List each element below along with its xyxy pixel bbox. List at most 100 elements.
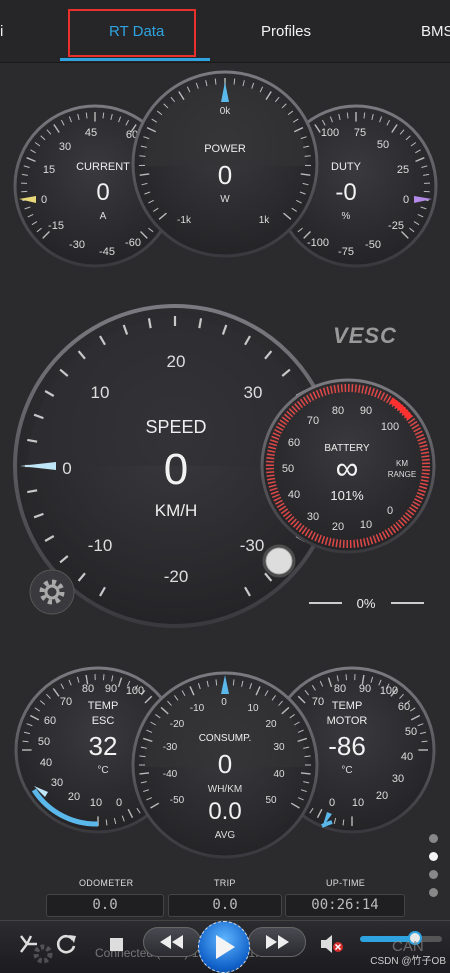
battery-range-label-2: RANGE	[388, 470, 416, 479]
temp-motor-tick-label: 40	[401, 751, 413, 763]
temp-motor-tick-label: 60	[398, 701, 410, 713]
gauge-tick-mark	[305, 756, 311, 757]
duty-tick-label: -100	[307, 237, 329, 249]
page-dot-active[interactable]	[429, 852, 438, 861]
duty-unit: %	[342, 211, 351, 222]
battery-tick-label: 10	[360, 519, 372, 531]
mute-speaker-icon[interactable]	[318, 931, 346, 957]
rewind-icon	[155, 931, 189, 953]
temp-motor-tick-label: 30	[392, 773, 404, 785]
consumption-tick-label: -50	[170, 795, 185, 806]
consumption-gauge: 0 -10 10 -20 20 -30 30 -40 40 -50 50 CON…	[133, 673, 317, 857]
consumption-value: 0	[218, 749, 232, 779]
temp-motor-tick-label: 100	[380, 685, 398, 697]
gauge-tick-mark	[301, 773, 311, 774]
duty-tick-label: 25	[397, 164, 409, 176]
uptime-label: UP-TIME	[326, 878, 365, 888]
temp-esc-unit: °C	[97, 765, 108, 776]
consumption-tick-label: -20	[170, 719, 185, 730]
battery-tick-label: 60	[288, 437, 300, 449]
consumption-tick-label: 40	[273, 769, 285, 780]
consumption-tick-label: 20	[265, 719, 277, 730]
battery-range-label-1: KM	[396, 459, 408, 468]
settings-gear-icon[interactable]	[30, 570, 74, 614]
play-icon	[208, 931, 240, 963]
temp-motor-tick-label: 70	[312, 696, 324, 708]
speed-title: SPEED	[145, 417, 206, 437]
temp-motor-tick-label: 80	[334, 683, 346, 695]
consumption-unit: WH/KM	[208, 784, 242, 795]
refresh-icon[interactable]	[54, 931, 80, 957]
temp-motor-value: -86	[328, 731, 366, 761]
duty-tick-label: 50	[377, 139, 389, 151]
duty-tick-label: 100	[321, 127, 339, 139]
power-value: 0	[218, 160, 232, 190]
throttle-readout: 0%	[309, 596, 424, 611]
speed-tick-label: -20	[164, 567, 189, 586]
current-value: 0	[96, 179, 109, 206]
gauge-tick-mark	[139, 156, 145, 157]
odometer-label: ODOMETER	[79, 878, 133, 888]
current-tick-label: 15	[43, 164, 55, 176]
duty-tick-label: 0	[403, 194, 409, 206]
current-tick-label: -60	[125, 237, 141, 249]
battery-tick-label: 30	[307, 511, 319, 523]
fast-forward-icon	[260, 931, 294, 953]
gauge-tick-mark	[86, 113, 87, 119]
gauge-tick-mark	[364, 113, 365, 119]
consumption-title: CONSUMP.	[199, 733, 252, 744]
speed-tick-label: -10	[88, 536, 113, 555]
current-title: CURRENT	[76, 161, 130, 173]
battery-percent: 101%	[330, 488, 364, 503]
highlight-box	[68, 9, 196, 57]
duty-title: DUTY	[331, 161, 362, 173]
consumption-tick-label: 50	[265, 795, 277, 806]
gauge-tick-mark	[233, 679, 234, 685]
battery-tick-label: 90	[360, 405, 372, 417]
temp-motor-title-2: MOTOR	[327, 715, 368, 727]
stats-bar: ODOMETER TRIP UP-TIME 0.0 0.0 00:26:14	[0, 870, 450, 920]
gauge-tick-mark	[234, 79, 235, 85]
gauge-tick-mark	[422, 741, 428, 742]
page-dot[interactable]	[429, 834, 438, 843]
current-unit: A	[100, 211, 107, 222]
temp-esc-tick-label: 30	[51, 777, 63, 789]
duty-value: -0	[335, 179, 356, 206]
temp-esc-tick-label: 70	[60, 696, 72, 708]
consumption-tick-label: 0	[221, 697, 227, 708]
consumption-avg-value: 0.0	[208, 798, 241, 825]
current-tick-label: -30	[69, 239, 85, 251]
temp-esc-value: 32	[89, 731, 118, 761]
uptime-value: 00:26:14	[285, 894, 405, 917]
gauge-tick-mark	[139, 773, 149, 774]
temp-motor-tick-label: 90	[359, 683, 371, 695]
duty-tick-label: -75	[338, 246, 354, 258]
power-tick-label: 0k	[220, 106, 232, 117]
active-tab-indicator	[60, 58, 210, 61]
temp-esc-title-2: ESC	[92, 715, 115, 727]
gauge-tick-mark	[23, 741, 29, 742]
power-title: POWER	[204, 143, 246, 155]
consumption-tick-label: -30	[163, 742, 178, 753]
current-tick-label: 0	[41, 194, 47, 206]
speed-gauge-knob[interactable]	[264, 546, 294, 576]
temp-motor-tick-label: 0	[329, 797, 335, 809]
current-tick-label: 45	[85, 127, 97, 139]
gauge-tick-mark	[347, 113, 348, 119]
bottom-control-bar: Connected (TCP) 192.168.4.1:65102 CAN CS…	[0, 920, 450, 973]
temp-esc-tick-label: 100	[126, 685, 144, 697]
battery-tick-label: 0	[387, 505, 393, 517]
temp-esc-tick-label: 90	[105, 683, 117, 695]
consumption-tick-label: 10	[247, 703, 259, 714]
tab-profiles[interactable]: Profiles	[261, 0, 311, 62]
power-tick-label: 1k	[259, 215, 271, 226]
speed-value: 0	[164, 445, 188, 494]
duty-tick-label: -25	[388, 220, 404, 232]
speed-tick-label: -30	[240, 536, 265, 555]
tab-partial-left[interactable]: i	[0, 0, 3, 62]
tab-bms[interactable]: BMS	[421, 0, 450, 62]
vesc-logo: VESC	[333, 323, 397, 348]
stop-icon[interactable]	[106, 934, 126, 954]
temp-motor-tick-label: 50	[405, 726, 417, 738]
current-tick-label: -45	[99, 246, 115, 258]
